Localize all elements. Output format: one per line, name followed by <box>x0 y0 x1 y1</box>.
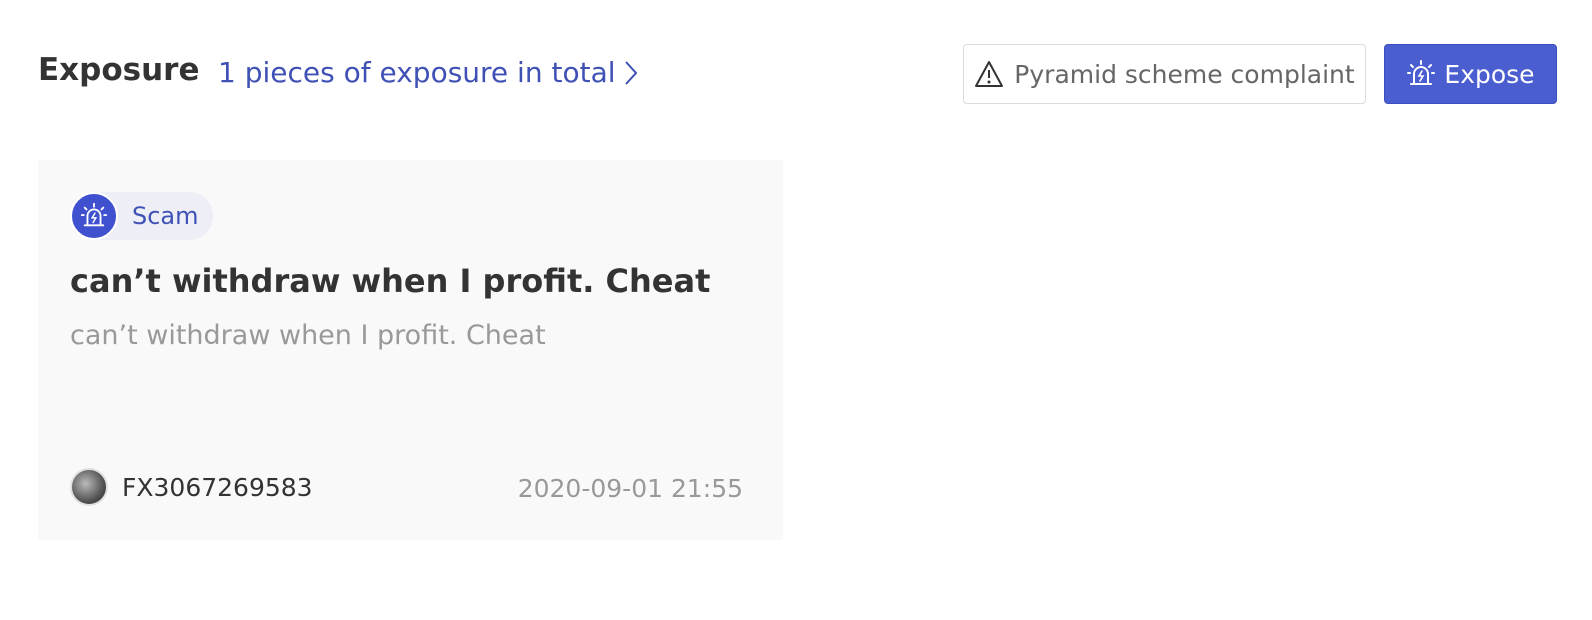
exposure-count-link[interactable]: 1 pieces of exposure in total <box>218 56 638 89</box>
exposure-description: can’t withdraw when I profit. Cheat <box>70 320 546 351</box>
exposure-header: Exposure 1 pieces of exposure in total P… <box>0 0 1592 150</box>
chevron-right-icon <box>624 60 638 86</box>
alarm-siren-icon <box>70 192 118 240</box>
complaint-button-label: Pyramid scheme complaint <box>1014 59 1355 89</box>
category-tag: Scam <box>70 192 213 240</box>
page-title: Exposure <box>38 52 200 88</box>
exposure-title[interactable]: can’t withdraw when I profit. Cheat <box>70 262 710 300</box>
author-info: FX3067269583 <box>70 468 313 506</box>
exposure-count-label: 1 pieces of exposure in total <box>218 56 616 89</box>
pyramid-scheme-complaint-button[interactable]: Pyramid scheme complaint <box>963 44 1366 104</box>
warning-triangle-icon <box>974 60 1004 88</box>
exposure-date: 2020-09-01 21:55 <box>517 474 743 503</box>
avatar <box>70 468 108 506</box>
category-tag-label: Scam <box>132 202 199 230</box>
expose-button-label: Expose <box>1444 59 1535 89</box>
expose-button[interactable]: Expose <box>1384 44 1557 104</box>
author-name: FX3067269583 <box>122 472 313 502</box>
alarm-siren-icon <box>1406 59 1436 89</box>
exposure-card[interactable]: Scam can’t withdraw when I profit. Cheat… <box>38 160 783 540</box>
